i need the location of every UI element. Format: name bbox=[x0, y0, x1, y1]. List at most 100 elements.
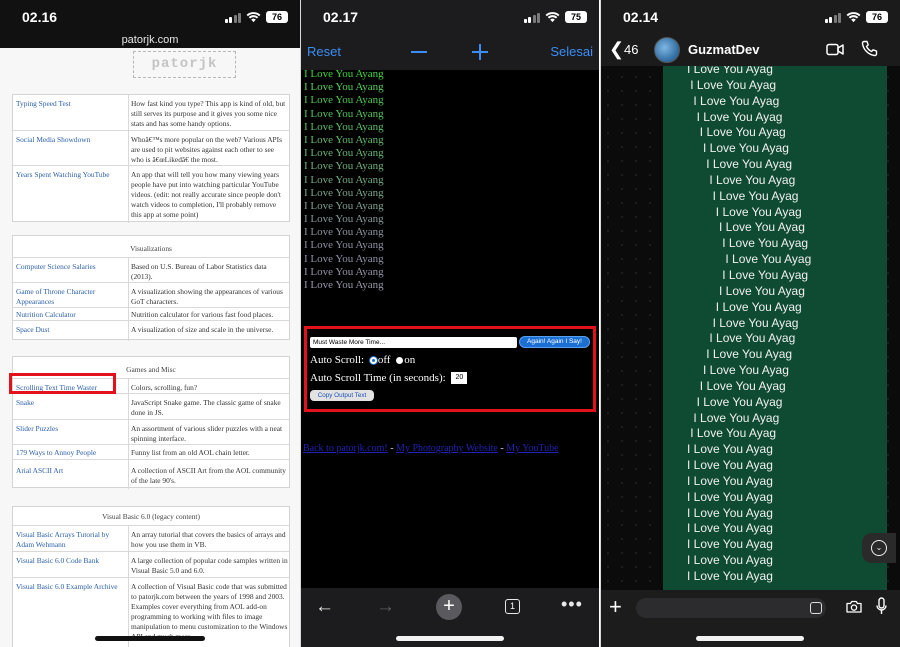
wifi-icon bbox=[246, 11, 261, 22]
video-call-icon[interactable] bbox=[826, 43, 844, 56]
link-vb-arrays-tutorial[interactable]: Visual Basic Arrays Tutorial by Adam Weh… bbox=[16, 530, 128, 550]
message-bubble[interactable]: I Love You Ayag I Love You Ayag I Love You… bbox=[663, 66, 887, 590]
zoom-out-icon[interactable] bbox=[411, 51, 427, 53]
message-line: I Love You Ayag bbox=[722, 267, 809, 282]
message-line: I Love You Ayag bbox=[725, 252, 812, 267]
message-line: I Love You Ayag bbox=[703, 141, 789, 156]
table-row: Slider Puzzles An assortment of various … bbox=[13, 419, 289, 444]
zoom-in-icon-vertical[interactable] bbox=[479, 44, 481, 60]
page-content: patorjk Typing Speed Test How fast kind … bbox=[0, 48, 300, 647]
row-description: An array tutorial that covers the basics… bbox=[131, 530, 286, 549]
microphone-icon[interactable] bbox=[876, 597, 887, 615]
back-arrow-icon[interactable]: ← bbox=[315, 596, 334, 618]
unread-count[interactable]: 46 bbox=[624, 42, 638, 57]
avatar[interactable] bbox=[654, 37, 680, 63]
chevron-down-icon: ⌄ bbox=[871, 540, 887, 556]
sticker-icon[interactable] bbox=[810, 602, 822, 614]
apps-table: Typing Speed Test How fast kind you type… bbox=[12, 94, 290, 223]
autoscroll-label: Auto Scroll: bbox=[310, 354, 365, 366]
message-line: I Love You Ayag bbox=[690, 77, 777, 92]
visual-basic-table: Visual Basic 6.0 (legacy content) Visual… bbox=[12, 506, 290, 647]
back-chevron-icon[interactable]: ❮ bbox=[609, 39, 624, 60]
status-bar: 02.14 76 bbox=[601, 0, 900, 34]
radio-off[interactable] bbox=[369, 356, 377, 364]
link-vb-code-bank[interactable]: Visual Basic 6.0 Code Bank bbox=[16, 556, 128, 566]
address-bar[interactable]: patorjk.com bbox=[0, 34, 300, 46]
link-cs-salaries[interactable]: Computer Science Salaries bbox=[16, 262, 128, 272]
row-description: A large collection of popular code sampl… bbox=[131, 556, 288, 575]
message-line: I Love You Ayag bbox=[712, 188, 799, 203]
scroll-time-label: Auto Scroll Time (in seconds): bbox=[310, 372, 446, 384]
reset-button[interactable]: Reset bbox=[307, 44, 341, 59]
phone-whatsapp-chat: I Love You Ayag I Love You Ayag I Love You… bbox=[601, 0, 900, 647]
attach-plus-icon[interactable]: + bbox=[609, 594, 622, 620]
table-row: Computer Science Salaries Based on U.S. … bbox=[13, 257, 289, 282]
scrolling-text-line: I Love You Ayang bbox=[304, 226, 384, 239]
message-line: I Love You Ayag bbox=[715, 299, 802, 314]
contact-name[interactable]: GuzmatDev bbox=[688, 42, 760, 57]
message-text: I Love You Ayag I Love You Ayag I Love You… bbox=[663, 66, 811, 585]
link-nutrition-calculator[interactable]: Nutrition Calculator bbox=[16, 310, 128, 320]
scrolling-text-line: I Love You Ayang bbox=[304, 213, 384, 226]
status-time: 02.16 bbox=[22, 9, 58, 25]
signal-icon bbox=[224, 12, 241, 23]
forward-arrow-icon[interactable]: → bbox=[376, 596, 395, 618]
link-snake[interactable]: Snake bbox=[16, 398, 128, 408]
link-vb-example-archive[interactable]: Visual Basic 6.0 Example Archive bbox=[16, 582, 128, 592]
link-youtube[interactable]: My YouTube bbox=[506, 443, 558, 454]
scrolling-text-line: I Love You Ayang bbox=[304, 94, 384, 107]
status-time: 02.17 bbox=[323, 9, 359, 25]
row-description: A collection of Visual Basic code that w… bbox=[131, 582, 288, 641]
link-got-appearances[interactable]: Game of Throne Character Appearances bbox=[16, 287, 128, 307]
table-row: Nutrition Calculator Nutrition calculato… bbox=[13, 307, 289, 320]
status-time: 02.14 bbox=[623, 9, 659, 25]
link-space-dust[interactable]: Space Dust bbox=[16, 325, 128, 335]
phone-browser-patorjk: 02.16 76 patorjk.com patorjk Typing Spee… bbox=[0, 0, 300, 647]
message-input[interactable]: Must Waste More Time... bbox=[310, 337, 517, 348]
table-row: Snake JavaScript Snake game. The classic… bbox=[13, 393, 289, 419]
message-line: I Love You Ayag bbox=[696, 394, 783, 409]
signal-icon bbox=[824, 12, 841, 23]
message-line: I Love You Ayag bbox=[719, 220, 805, 235]
message-line: I Love You Ayag bbox=[690, 426, 777, 441]
message-line: I Love You Ayag bbox=[693, 410, 780, 425]
copy-output-button[interactable]: Copy Output Text bbox=[310, 390, 374, 401]
done-button[interactable]: Selesai bbox=[550, 44, 593, 59]
scroll-time-input[interactable]: 20 bbox=[451, 372, 468, 385]
section-header: Visualizations bbox=[130, 244, 172, 253]
link-back-to-patorjk[interactable]: Back to patorjk.com! bbox=[303, 443, 388, 454]
link-typing-speed-test[interactable]: Typing Speed Test bbox=[16, 99, 128, 109]
scroll-to-bottom-button[interactable]: ⌄ bbox=[862, 533, 896, 563]
scroll-time-row: Auto Scroll Time (in seconds): 20 bbox=[310, 372, 468, 385]
radio-on[interactable] bbox=[396, 356, 404, 364]
message-line: I Love You Ayag bbox=[709, 331, 796, 346]
message-line: I Love You Ayag bbox=[696, 109, 783, 124]
more-icon[interactable]: ••• bbox=[561, 594, 583, 615]
table-row: 179 Ways to Annoy People Funny list from… bbox=[13, 444, 289, 459]
message-line: I Love You Ayag bbox=[712, 315, 799, 330]
camera-icon[interactable] bbox=[846, 600, 862, 613]
link-arial-ascii-art[interactable]: Arial ASCII Art bbox=[16, 466, 128, 476]
scrolling-text-line: I Love You Ayang bbox=[304, 107, 384, 120]
phone-call-icon[interactable] bbox=[861, 40, 878, 57]
message-line: I Love You Ayag bbox=[687, 505, 773, 520]
new-tab-icon[interactable]: + bbox=[436, 594, 462, 620]
link-photography[interactable]: My Photography Website bbox=[396, 443, 498, 454]
message-line: I Love You Ayag bbox=[719, 283, 805, 298]
link-slider-puzzles[interactable]: Slider Puzzles bbox=[16, 424, 128, 434]
link-social-media-showdown[interactable]: Social Media Showdown bbox=[16, 135, 128, 145]
row-description: An app that will tell you how many viewi… bbox=[131, 170, 281, 219]
message-input[interactable] bbox=[636, 598, 826, 618]
table-row: Years Spent Watching YouTube An app that… bbox=[13, 165, 289, 223]
link-179-ways[interactable]: 179 Ways to Annoy People bbox=[16, 448, 128, 458]
home-indicator bbox=[696, 636, 804, 641]
again-button[interactable]: Again! Again I Say! bbox=[519, 336, 590, 348]
link-years-watching-youtube[interactable]: Years Spent Watching YouTube bbox=[16, 170, 128, 180]
message-line: I Love You Ayag bbox=[715, 204, 802, 219]
table-row: Arial ASCII Art A collection of ASCII Ar… bbox=[13, 459, 289, 489]
table-row: Visual Basic 6.0 Code Bank A large colle… bbox=[13, 551, 289, 577]
link-separator: - bbox=[497, 443, 507, 454]
message-line: I Love You Ayag bbox=[699, 378, 786, 393]
scrolling-text-line: I Love You Ayang bbox=[304, 160, 384, 173]
tab-switcher-icon[interactable]: 1 bbox=[505, 599, 520, 614]
